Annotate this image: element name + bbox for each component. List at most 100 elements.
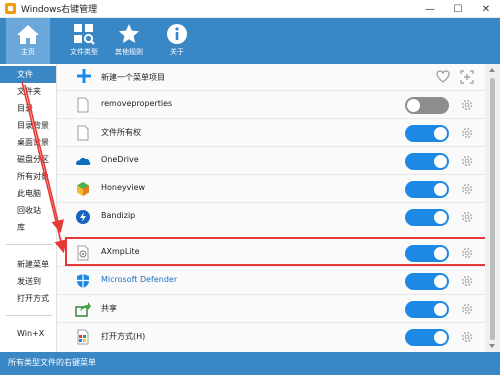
minimize-button[interactable]: — bbox=[416, 0, 444, 18]
bandizip-icon bbox=[76, 210, 90, 224]
enable-toggle[interactable] bbox=[405, 209, 449, 226]
scroll-up-arrow-icon[interactable] bbox=[489, 68, 495, 72]
gear-icon[interactable] bbox=[461, 155, 473, 167]
status-bar: 所有类型文件的右键菜单 bbox=[0, 352, 500, 375]
enable-toggle[interactable] bbox=[405, 97, 449, 114]
tab-file-types[interactable]: 文件类型 bbox=[62, 18, 106, 64]
sidebar-divider bbox=[6, 244, 52, 245]
item-label: AXmpLite bbox=[101, 247, 140, 256]
list-item: Microsoft Defender bbox=[57, 266, 485, 294]
tab-home[interactable]: 主页 bbox=[6, 18, 50, 64]
toggle-knob bbox=[434, 183, 447, 196]
add-separator-icon[interactable] bbox=[460, 70, 474, 84]
axmplite-icon bbox=[77, 245, 89, 261]
home-icon bbox=[17, 25, 39, 44]
enable-toggle[interactable] bbox=[405, 301, 449, 318]
enable-toggle[interactable] bbox=[405, 329, 449, 346]
sidebar-item-win-x[interactable]: Win+X bbox=[0, 325, 56, 342]
list-item: AXmpLite bbox=[57, 238, 485, 266]
enable-toggle[interactable] bbox=[405, 273, 449, 290]
item-label: OneDrive bbox=[101, 155, 139, 164]
file-icon bbox=[77, 125, 89, 141]
top-toolbar: 主页 文件类型 其他规则 关于 bbox=[0, 18, 500, 64]
defender-shield-icon bbox=[77, 274, 89, 288]
vertical-scrollbar[interactable] bbox=[485, 64, 500, 352]
sidebar-item-desktop-background[interactable]: 桌面背景 bbox=[0, 134, 56, 151]
tab-other-rules-label: 其他规则 bbox=[115, 48, 143, 56]
window-title: Windows右键管理 bbox=[21, 5, 98, 15]
toggle-knob bbox=[407, 99, 420, 112]
sidebar-item-send-to[interactable]: 发送到 bbox=[0, 273, 56, 290]
maximize-button[interactable]: ☐ bbox=[444, 0, 472, 18]
share-icon bbox=[75, 302, 91, 317]
gear-icon[interactable] bbox=[461, 127, 473, 139]
list-item: Bandizip bbox=[57, 202, 485, 230]
sidebar-item-new-menu[interactable]: 新建菜单 bbox=[0, 256, 56, 273]
sidebar-item-library[interactable]: 库 bbox=[0, 219, 56, 236]
honeyview-icon bbox=[77, 182, 89, 196]
item-label: removeproperties bbox=[101, 99, 173, 108]
item-label: 文件所有权 bbox=[101, 128, 141, 137]
list-item: 共享 bbox=[57, 294, 485, 322]
file-icon bbox=[77, 97, 89, 113]
gear-icon[interactable] bbox=[461, 183, 473, 195]
new-menu-item-label: 新建一个菜单项目 bbox=[101, 73, 165, 82]
sidebar-item-recycle-bin[interactable]: 回收站 bbox=[0, 202, 56, 219]
gear-icon[interactable] bbox=[461, 99, 473, 111]
menu-item-list: 新建一个菜单项目 removeproperties 文件所有权 OneDrive… bbox=[57, 64, 485, 352]
gear-icon[interactable] bbox=[461, 247, 473, 259]
list-item: 文件所有权 bbox=[57, 118, 485, 146]
tab-about[interactable]: 关于 bbox=[155, 18, 199, 64]
new-menu-item-row[interactable]: 新建一个菜单项目 bbox=[57, 64, 485, 90]
list-item: Honeyview bbox=[57, 174, 485, 202]
sidebar-item-directory[interactable]: 目录 bbox=[0, 100, 56, 117]
scroll-thumb[interactable] bbox=[490, 78, 495, 340]
sidebar-item-all-objects[interactable]: 所有对象 bbox=[0, 168, 56, 185]
plus-icon[interactable] bbox=[77, 69, 91, 83]
sidebar-item-open-with[interactable]: 打开方式 bbox=[0, 290, 56, 307]
toggle-knob bbox=[434, 303, 447, 316]
item-label: Microsoft Defender bbox=[101, 275, 178, 284]
scroll-down-arrow-icon[interactable] bbox=[489, 344, 495, 348]
onedrive-icon bbox=[76, 157, 91, 165]
toggle-knob bbox=[434, 331, 447, 344]
gear-icon[interactable] bbox=[461, 303, 473, 315]
gear-icon[interactable] bbox=[461, 331, 473, 343]
close-button[interactable]: ✕ bbox=[472, 0, 500, 18]
list-item: OneDrive bbox=[57, 146, 485, 174]
tab-other-rules[interactable]: 其他规则 bbox=[107, 18, 151, 64]
sidebar-item-directory-background[interactable]: 目录背景 bbox=[0, 117, 56, 134]
tab-home-label: 主页 bbox=[21, 48, 35, 56]
gear-icon[interactable] bbox=[461, 211, 473, 223]
item-label: Honeyview bbox=[101, 183, 146, 192]
sidebar-item-folder[interactable]: 文件夹 bbox=[0, 83, 56, 100]
heart-icon[interactable] bbox=[436, 70, 450, 83]
enable-toggle[interactable] bbox=[405, 125, 449, 142]
toggle-knob bbox=[434, 247, 447, 260]
star-icon bbox=[119, 24, 139, 43]
toggle-knob bbox=[434, 211, 447, 224]
sidebar-item-file[interactable]: 文件 bbox=[0, 66, 56, 83]
tab-file-types-label: 文件类型 bbox=[70, 48, 98, 56]
open-with-icon bbox=[77, 329, 89, 345]
item-label: 打开方式(H) bbox=[101, 332, 146, 341]
tab-about-label: 关于 bbox=[170, 48, 184, 56]
info-icon bbox=[167, 24, 187, 44]
app-icon bbox=[5, 3, 16, 14]
gear-icon[interactable] bbox=[461, 275, 473, 287]
enable-toggle[interactable] bbox=[405, 181, 449, 198]
item-label: Bandizip bbox=[101, 211, 136, 220]
title-bar: Windows右键管理 — ☐ ✕ bbox=[0, 0, 500, 18]
enable-toggle[interactable] bbox=[405, 153, 449, 170]
status-text: 所有类型文件的右键菜单 bbox=[8, 358, 96, 367]
sidebar-item-drive[interactable]: 磁盘分区 bbox=[0, 151, 56, 168]
enable-toggle[interactable] bbox=[405, 245, 449, 262]
toggle-knob bbox=[434, 155, 447, 168]
sidebar-item-this-pc[interactable]: 此电脑 bbox=[0, 185, 56, 202]
file-types-icon bbox=[74, 24, 95, 45]
sidebar: 文件 文件夹 目录 目录背景 桌面背景 磁盘分区 所有对象 此电脑 回收站 库 … bbox=[0, 64, 57, 352]
toggle-knob bbox=[434, 275, 447, 288]
sidebar-divider bbox=[6, 315, 52, 316]
item-label: 共享 bbox=[101, 304, 117, 313]
list-item: 打开方式(H) bbox=[57, 322, 485, 350]
